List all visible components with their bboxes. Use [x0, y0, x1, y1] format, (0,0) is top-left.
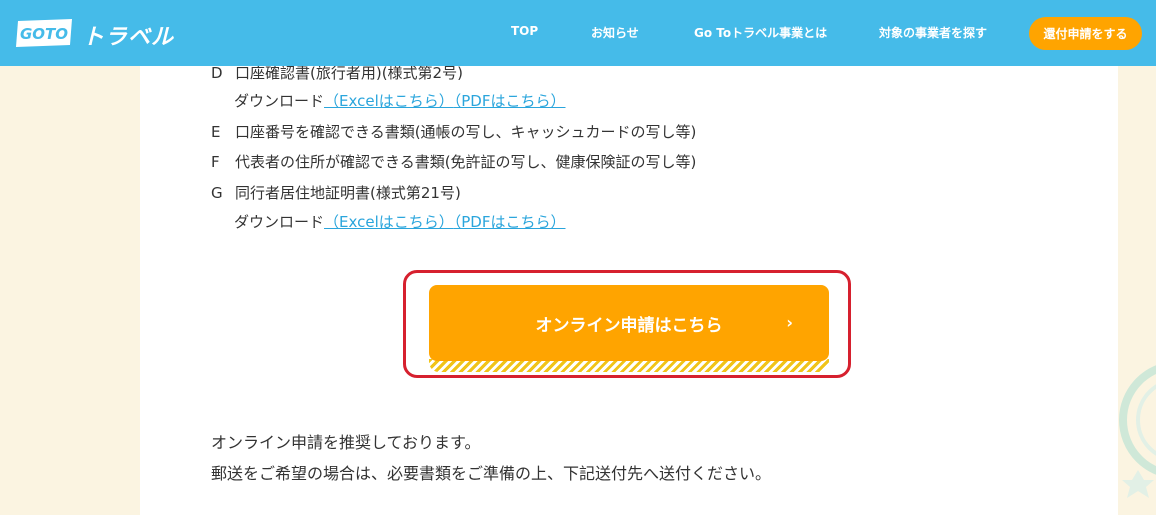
doc-item-f: F 代表者の住所が確認できる書類(免許証の写し、健康保険証の写し等)	[211, 153, 697, 171]
excel-link-g[interactable]: （Excelはこちら）	[324, 213, 454, 231]
nav-about[interactable]: Go Toトラベル事業とは	[694, 24, 827, 41]
site-header: GOTO トラベル TOP お知らせ Go Toトラベル事業とは 対象の事業者を…	[0, 0, 1156, 66]
pdf-link-g[interactable]: （PDFはこちら）	[454, 213, 566, 231]
online-apply-button-wrap: オンライン申請はこちら ›	[429, 285, 829, 372]
goto-logo-badge: GOTO	[16, 19, 72, 47]
nav-news[interactable]: お知らせ	[591, 24, 639, 41]
nav-top[interactable]: TOP	[511, 24, 538, 38]
excel-link-d[interactable]: （Excelはこちら）	[324, 92, 454, 110]
decorative-stamp	[1119, 365, 1156, 498]
doc-item-g: G 同行者居住地証明書(様式第21号)	[211, 184, 461, 202]
logo-text: トラベル	[82, 25, 175, 50]
online-apply-button[interactable]: オンライン申請はこちら ›	[429, 285, 829, 361]
mail-instructions-text: 郵送をご希望の場合は、必要書類をご準備の上、下記送付先へ送付ください。	[211, 464, 772, 483]
recommend-text: オンライン申請を推奨しております。	[211, 433, 481, 452]
online-apply-label: オンライン申請はこちら	[535, 315, 723, 336]
download-row-g: ダウンロード（Excelはこちら）（PDFはこちら）	[234, 213, 566, 231]
nav-find-business[interactable]: 対象の事業者を探す	[879, 24, 987, 41]
chevron-right-icon: ›	[786, 313, 793, 332]
svg-text:GOTO: GOTO	[20, 25, 68, 43]
download-row-d: ダウンロード（Excelはこちら）（PDFはこちら）	[234, 92, 566, 110]
doc-item-e: E 口座番号を確認できる書類(通帳の写し、キャッシュカードの写し等)	[211, 123, 697, 141]
refund-apply-button[interactable]: 還付申請をする	[1029, 17, 1142, 50]
pdf-link-d[interactable]: （PDFはこちら）	[454, 92, 566, 110]
